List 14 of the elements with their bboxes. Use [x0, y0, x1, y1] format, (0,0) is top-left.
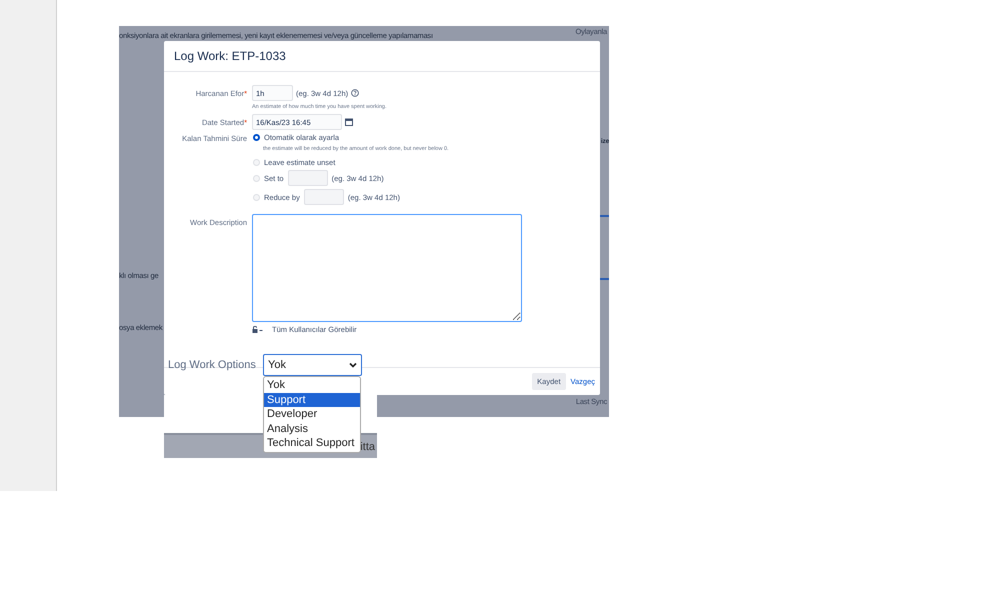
dropdown-option[interactable]: Technical Support — [264, 436, 360, 450]
lock-dropdown[interactable] — [252, 326, 263, 333]
radio-button[interactable] — [253, 134, 260, 141]
calendar-icon[interactable] — [345, 118, 353, 126]
log-work-options-select[interactable]: Yok — [263, 354, 362, 376]
help-icon[interactable] — [351, 89, 360, 97]
bar-text: itta — [360, 440, 375, 452]
field-label: Log Work Options — [168, 359, 256, 371]
dialog-title: Log Work: ETP-1033 — [174, 49, 286, 63]
chevron-icon — [349, 362, 357, 368]
dropdown-option[interactable]: Support — [264, 392, 360, 407]
duration-field[interactable] — [288, 170, 328, 186]
description-field[interactable] — [252, 214, 522, 322]
duration-field[interactable] — [304, 189, 344, 205]
